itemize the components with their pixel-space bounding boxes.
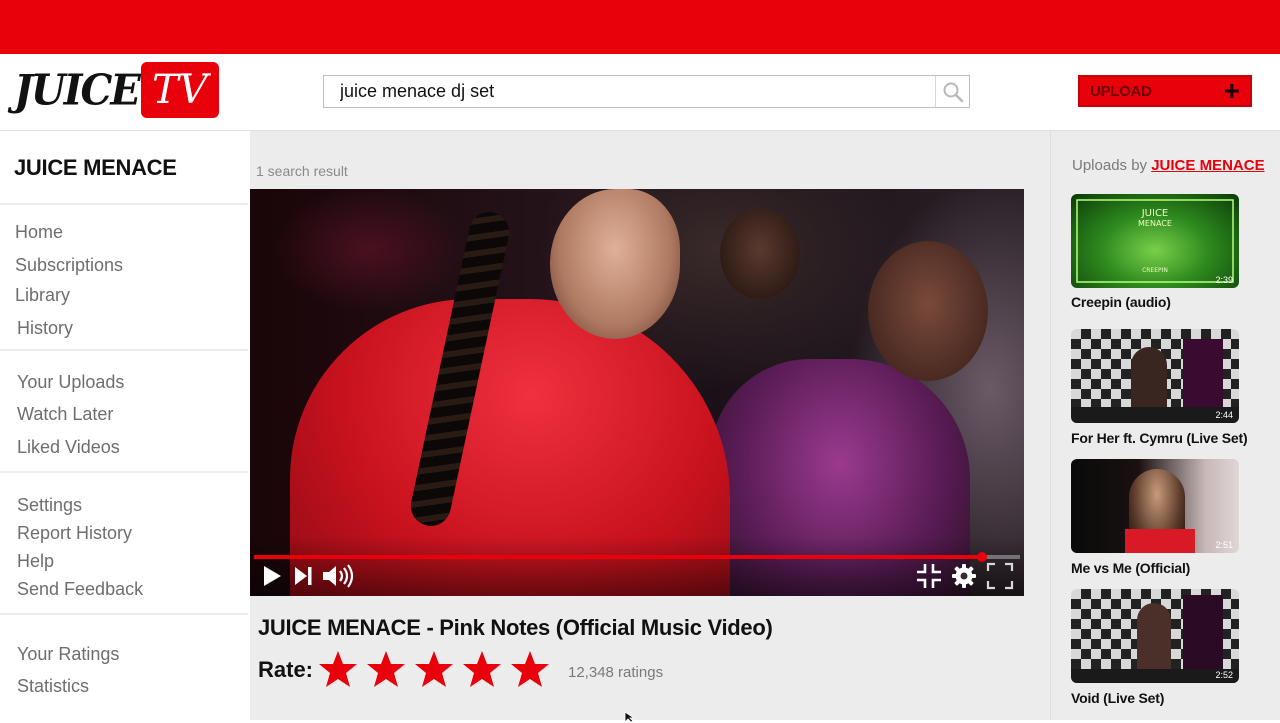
sidebar-divider [0,203,248,205]
video-frame-figure [868,241,988,381]
video-thumbnail[interactable]: 2:44 [1071,329,1239,423]
video-frame-figure [720,209,800,299]
controls-overlay [250,536,1024,596]
sidebar-item-your-ratings[interactable]: Your Ratings [17,644,119,665]
main-content: 1 search result JUICE MENACE - Pink Note… [250,131,1050,720]
plus-icon: + [1223,75,1240,106]
logo-badge: TV [140,62,219,118]
video-title-link[interactable]: Void (Live Set) [1071,690,1164,706]
settings-button[interactable] [949,561,979,591]
ratings-count: 12,348 ratings [568,664,664,681]
result-count: 1 search result [256,163,348,179]
header: JUICE TV UPLOAD + [0,54,1280,131]
video-duration: 2:52 [1215,670,1233,680]
video-thumbnail[interactable]: 2:52 [1071,589,1239,683]
upload-label: UPLOAD [1090,82,1152,100]
sidebar-item-liked-videos[interactable]: Liked Videos [17,437,120,458]
uploads-prefix: Uploads by [1072,157,1148,174]
volume-button[interactable] [320,561,356,591]
play-button[interactable] [258,561,286,591]
mouse-cursor-icon [624,711,636,723]
video-title-link[interactable]: For Her ft. Cymru (Live Set) [1071,430,1248,446]
next-button[interactable] [290,561,316,591]
sidebar-divider [0,349,248,351]
miniplayer-icon [917,564,941,588]
logo[interactable]: JUICE TV [14,62,219,118]
sidebar-item-send-feedback[interactable]: Send Feedback [17,579,143,600]
svg-text:MENACE: MENACE [1138,219,1172,228]
progress-bar[interactable] [254,552,1020,562]
sidebar-item-statistics[interactable]: Statistics [17,676,89,697]
progress-fill [254,555,982,559]
sidebar: JUICE MENACE Home Subscriptions Library … [0,131,250,720]
thumbnail-art: JUICE MENACE CREEPIN [1076,199,1234,283]
uploads-channel-link[interactable]: JUICE MENACE [1151,157,1264,174]
uploads-panel: Uploads by JUICE MENACE JUICE MENACE CRE… [1050,131,1280,720]
star-rating [318,649,550,689]
star-icon[interactable] [510,649,550,689]
video-player[interactable] [250,189,1024,596]
star-icon[interactable] [366,649,406,689]
rate-label: Rate: [258,657,314,682]
sidebar-item-help[interactable]: Help [17,551,54,572]
sidebar-item-history[interactable]: History [17,318,73,339]
svg-text:JUICE: JUICE [1141,208,1169,219]
video-thumbnail[interactable]: 2:51 [1071,459,1239,553]
miniplayer-button[interactable] [914,561,944,591]
video-title: JUICE MENACE - Pink Notes (Official Musi… [258,615,773,640]
play-icon [264,566,281,586]
search-icon [943,82,963,102]
star-icon[interactable] [414,649,454,689]
video-duration: 2:51 [1215,540,1233,550]
sidebar-item-settings[interactable]: Settings [17,495,82,516]
next-icon [295,567,312,585]
sidebar-divider [0,613,248,615]
sidebar-item-watch-later[interactable]: Watch Later [17,404,113,425]
star-icon[interactable] [462,649,502,689]
upload-button[interactable]: UPLOAD + [1078,75,1252,107]
video-title-link[interactable]: Me vs Me (Official) [1071,560,1190,576]
sidebar-item-subscriptions[interactable]: Subscriptions [15,255,123,276]
star-icon[interactable] [318,649,358,689]
sidebar-item-your-uploads[interactable]: Your Uploads [17,372,124,393]
logo-word: JUICE [14,65,141,115]
sidebar-item-report-history[interactable]: Report History [17,523,132,544]
video-duration: 2:44 [1215,410,1233,420]
search-button[interactable] [935,76,969,107]
svg-text:CREEPIN: CREEPIN [1142,267,1168,274]
sidebar-divider [0,471,248,473]
uploads-heading: Uploads by JUICE MENACE [1072,157,1265,174]
top-red-bar [0,0,1280,54]
fullscreen-icon [986,562,1014,590]
volume-icon [323,564,354,588]
video-frame-figure [550,189,680,339]
channel-name: JUICE MENACE [14,155,177,180]
video-thumbnail[interactable]: JUICE MENACE CREEPIN 2:39 [1071,194,1239,288]
sidebar-item-library[interactable]: Library [15,285,70,306]
fullscreen-button[interactable] [985,561,1015,591]
search-bar [323,75,970,108]
search-input[interactable] [324,76,935,107]
sidebar-item-home[interactable]: Home [15,222,63,243]
gear-icon [952,564,976,588]
video-duration: 2:39 [1215,275,1233,285]
video-title-link[interactable]: Creepin (audio) [1071,294,1171,310]
